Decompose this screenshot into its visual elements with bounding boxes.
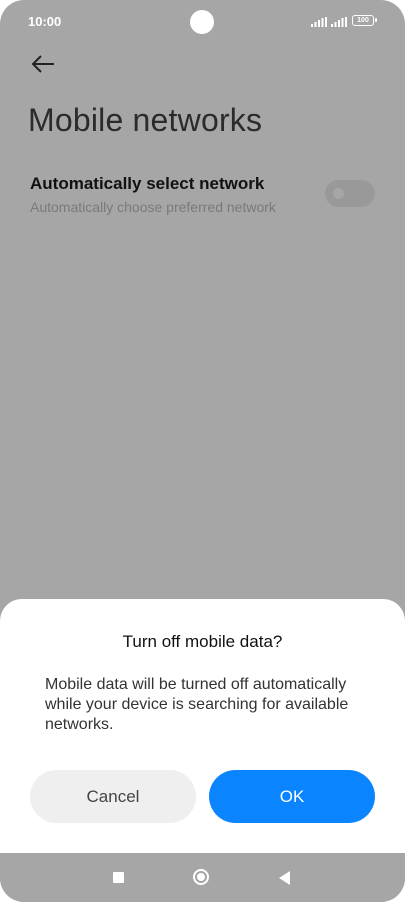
signal-icon <box>331 17 347 27</box>
dialog-title: Turn off mobile data? <box>122 632 283 651</box>
camera-cutout <box>190 10 214 34</box>
turn-off-data-dialog: Turn off mobile data? Mobile data will b… <box>0 599 405 853</box>
phone-screen: 10:00 100 Mobile networks Automatically … <box>0 0 405 902</box>
auto-select-toggle[interactable] <box>325 180 375 207</box>
home-circle-icon[interactable] <box>193 869 209 885</box>
toggle-knob <box>333 188 344 199</box>
status-time: 10:00 <box>28 14 62 29</box>
cancel-button[interactable]: Cancel <box>30 770 196 823</box>
status-bar: 10:00 100 <box>0 0 405 44</box>
back-triangle-icon[interactable] <box>279 871 290 885</box>
auto-select-label: Automatically select network <box>30 174 265 193</box>
navigation-bar <box>0 853 405 902</box>
recents-square-icon[interactable] <box>113 872 124 883</box>
dialog-message: Mobile data will be turned off automatic… <box>45 676 349 733</box>
arrow-left-icon[interactable] <box>30 52 58 76</box>
ok-button[interactable]: OK <box>209 770 375 823</box>
page-title: Mobile networks <box>28 102 263 138</box>
battery-icon: 100 <box>352 15 377 26</box>
auto-select-description: Automatically choose preferred network <box>30 199 276 215</box>
signal-icon <box>311 17 327 27</box>
